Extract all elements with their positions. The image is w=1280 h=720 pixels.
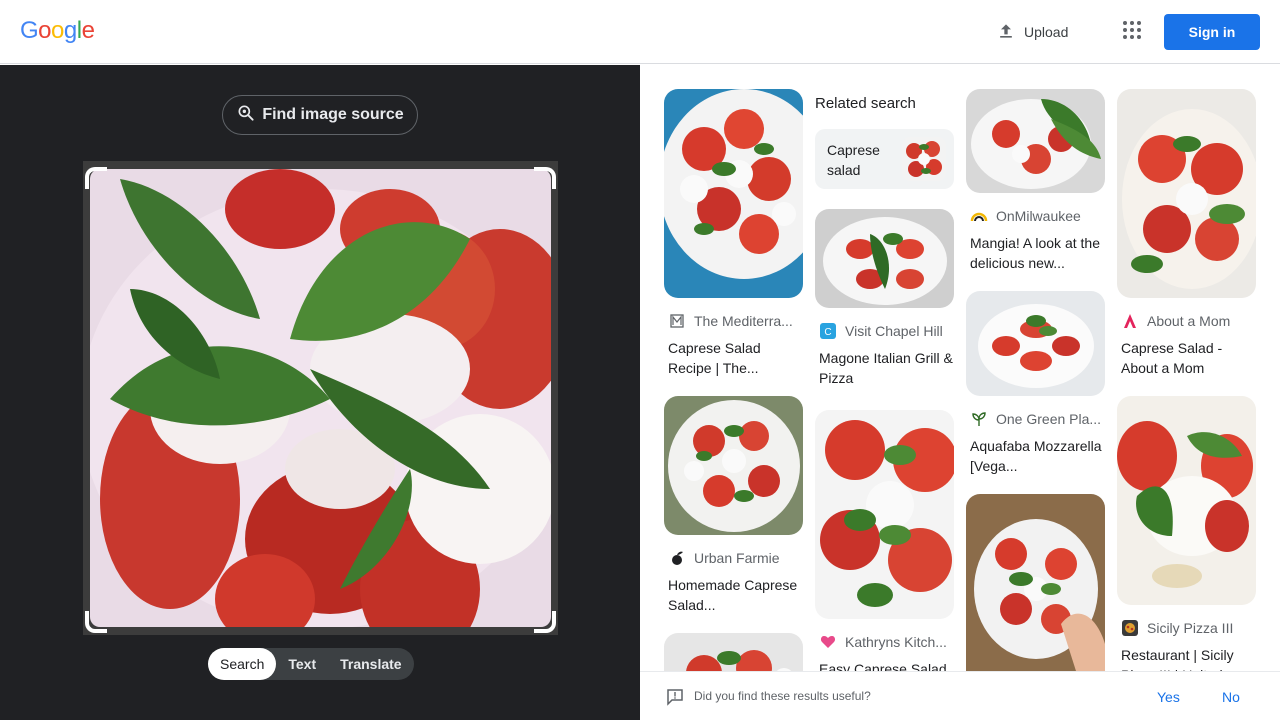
logo-letter: g — [63, 17, 77, 44]
crop-handle-bottom-right[interactable] — [534, 611, 556, 633]
result-source: About a Mom — [1117, 312, 1256, 330]
a-logo-icon — [1121, 312, 1139, 330]
svg-text:C: C — [824, 327, 831, 338]
feedback-no-button[interactable]: No — [1222, 689, 1240, 705]
feedback-question: Did you find these results useful? — [694, 689, 871, 703]
upload-label: Upload — [1024, 24, 1069, 40]
result-source-name: Sicily Pizza III — [1147, 620, 1234, 636]
result-title[interactable]: Magone Italian Grill & Pizza — [815, 348, 954, 388]
result-card[interactable]: Sicily Pizza III Restaurant | Sicily Piz… — [1117, 396, 1256, 671]
feedback-yes-button[interactable]: Yes — [1157, 689, 1180, 705]
related-search-heading: Related search — [815, 95, 916, 112]
result-card[interactable]: C Visit Chapel Hill Magone Italian Grill… — [815, 209, 954, 388]
apps-button[interactable] — [1114, 14, 1150, 50]
related-search-chip[interactable]: Caprese salad — [815, 129, 954, 189]
result-title[interactable]: Caprese Salad - About a Mom — [1117, 338, 1256, 378]
book-icon — [668, 312, 686, 330]
result-thumbnail — [1117, 89, 1256, 298]
pizza-icon — [1121, 619, 1139, 637]
result-card[interactable]: Kathryns Kitch... Easy Caprese Salad — [815, 410, 954, 671]
result-source: Urban Farmie — [664, 549, 803, 567]
result-source: Kathryns Kitch... — [815, 633, 954, 651]
result-source: Sicily Pizza III — [1117, 619, 1256, 637]
result-thumbnail — [966, 494, 1105, 671]
result-source: OnMilwaukee — [966, 207, 1105, 225]
result-card[interactable]: OnMilwaukee Mangia! A look at the delici… — [966, 89, 1105, 273]
result-source-name: About a Mom — [1147, 313, 1231, 329]
upload-button[interactable]: Upload — [984, 14, 1080, 50]
result-thumbnail — [966, 89, 1105, 193]
tab-text[interactable]: Text — [276, 648, 328, 680]
result-source: The Mediterra... — [664, 312, 803, 330]
upload-icon — [996, 21, 1016, 44]
result-source-name: One Green Pla... — [996, 411, 1102, 427]
crop-handle-bottom-left[interactable] — [85, 611, 107, 633]
leaf-icon — [668, 549, 686, 567]
result-card[interactable]: One Green Pla... Aquafaba Mozzarella [Ve… — [966, 291, 1105, 476]
query-image — [90, 169, 551, 627]
result-source-name: The Mediterra... — [694, 313, 793, 329]
google-logo[interactable]: Google — [20, 17, 95, 45]
result-thumbnail — [664, 633, 803, 671]
top-bar: Google Upload Sign in — [0, 0, 1280, 64]
result-thumbnail — [966, 291, 1105, 396]
result-title[interactable]: Caprese Salad Recipe | The... — [664, 338, 803, 378]
results-pane: The Mediterra... Caprese Salad Recipe | … — [640, 65, 1280, 671]
tab-translate[interactable]: Translate — [328, 648, 413, 680]
logo-letter: o — [51, 17, 64, 44]
find-image-source-label: Find image source — [262, 106, 404, 123]
result-source: C Visit Chapel Hill — [815, 322, 954, 340]
crop-handle-top-left[interactable] — [85, 167, 107, 189]
heart-icon — [819, 633, 837, 651]
lens-image-pane: Find image source Search Text Translate — [0, 65, 640, 720]
plant-icon — [970, 410, 988, 428]
result-card[interactable]: Urban Farmie Homemade Caprese Salad... — [664, 396, 803, 615]
crop-handle-top-right[interactable] — [534, 167, 556, 189]
result-title[interactable]: Mangia! A look at the delicious new... — [966, 233, 1105, 273]
rainbow-icon — [970, 207, 988, 225]
result-title[interactable]: Aquafaba Mozzarella [Vega... — [966, 436, 1105, 476]
result-thumbnail — [815, 410, 954, 619]
result-thumbnail — [815, 209, 954, 308]
result-thumbnail — [664, 89, 803, 298]
feedback-icon — [666, 688, 684, 711]
lens-search-icon — [236, 103, 256, 128]
result-title[interactable]: Restaurant | Sicily Pizza III | United..… — [1117, 645, 1256, 671]
result-title[interactable]: Easy Caprese Salad — [815, 659, 954, 671]
sign-in-button[interactable]: Sign in — [1164, 14, 1260, 50]
apps-grid-icon — [1122, 20, 1142, 45]
result-source-name: Urban Farmie — [694, 550, 780, 566]
lens-mode-tabs: Search Text Translate — [208, 648, 414, 680]
result-card[interactable]: About a Mom Caprese Salad - About a Mom — [1117, 89, 1256, 378]
result-thumbnail — [1117, 396, 1256, 605]
result-source-name: OnMilwaukee — [996, 208, 1081, 224]
find-image-source-button[interactable]: Find image source — [222, 95, 418, 135]
related-search-label: Caprese salad — [827, 142, 880, 178]
result-source-name: Kathryns Kitch... — [845, 634, 947, 650]
logo-letter: G — [20, 17, 39, 44]
crop-frame[interactable] — [83, 161, 558, 635]
result-thumbnail — [664, 396, 803, 535]
c-logo-icon: C — [819, 322, 837, 340]
logo-letter: o — [38, 17, 52, 44]
result-source-name: Visit Chapel Hill — [845, 323, 943, 339]
result-card[interactable] — [966, 494, 1105, 671]
result-card[interactable] — [664, 633, 803, 671]
result-source: One Green Pla... — [966, 410, 1105, 428]
result-card[interactable]: The Mediterra... Caprese Salad Recipe | … — [664, 89, 803, 378]
related-search-thumbnail — [902, 137, 946, 181]
logo-letter: e — [81, 17, 95, 44]
feedback-bar: Did you find these results useful? Yes N… — [640, 671, 1280, 720]
result-title[interactable]: Homemade Caprese Salad... — [664, 575, 803, 615]
tab-search[interactable]: Search — [208, 648, 277, 680]
